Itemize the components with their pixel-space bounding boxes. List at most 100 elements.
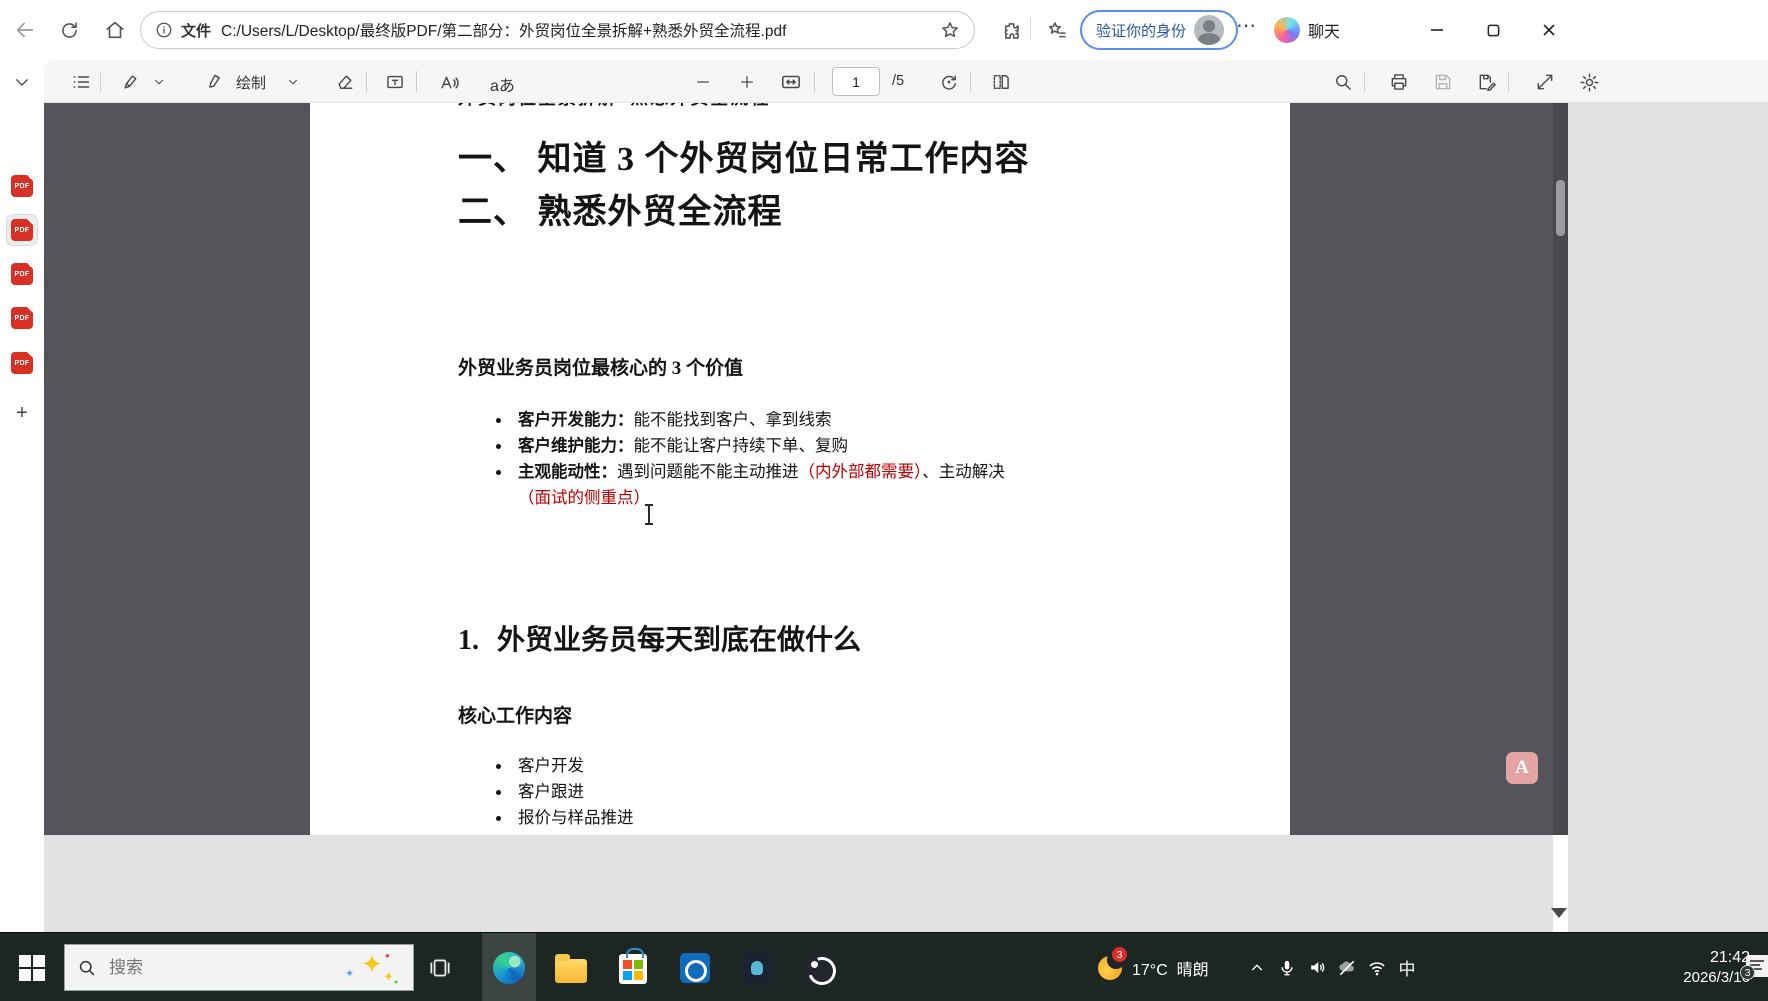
- settings-gear-icon[interactable]: [1576, 69, 1602, 95]
- start-button[interactable]: [8, 933, 56, 1001]
- minimize-icon[interactable]: [1422, 18, 1452, 42]
- tab-actions-chevron-icon[interactable]: [9, 69, 35, 95]
- taskbar-app-button[interactable]: [730, 933, 784, 1001]
- pdf-toolbar: 绘制 aあ /5: [44, 60, 1768, 103]
- verify-identity-label: 验证你的身份: [1096, 20, 1186, 41]
- list-item: 客户维护能力：能不能让客户持续下单、复购: [490, 433, 1230, 459]
- notification-center-icon[interactable]: 3: [1746, 955, 1768, 977]
- screen: 文件 C:/Users/L/Desktop/最终版PDF/第二部分：外贸岗位全景…: [0, 0, 1768, 1001]
- read-aloud-icon[interactable]: [436, 69, 462, 95]
- page-heading: 一、 知道 3 个外贸岗位日常工作内容 二、 熟悉外贸全流程: [458, 133, 1030, 239]
- list-item-continuation: （面试的侧重点）: [490, 485, 1230, 511]
- tray-clock[interactable]: 21:42 2026/3/16: [1638, 933, 1750, 1001]
- pdf-background-right: [1290, 103, 1553, 835]
- highlighter-icon[interactable]: [116, 69, 142, 95]
- extensions-puzzle-icon[interactable]: [998, 17, 1024, 43]
- browser-titlebar: 文件 C:/Users/L/Desktop/最终版PDF/第二部分：外贸岗位全景…: [0, 0, 1768, 60]
- refresh-icon[interactable]: [56, 17, 82, 43]
- maximize-icon[interactable]: [1478, 18, 1508, 42]
- eraser-icon[interactable]: [332, 69, 358, 95]
- back-icon[interactable]: [12, 17, 38, 43]
- page-view-icon[interactable]: [988, 69, 1014, 95]
- scrollbar-thumb[interactable]: [1556, 180, 1565, 236]
- translate-icon[interactable]: aあ: [490, 72, 515, 96]
- taskbar-edge-button[interactable]: [482, 933, 536, 1001]
- copilot-chat-button[interactable]: 聊天: [1264, 12, 1350, 48]
- address-bar[interactable]: 文件 C:/Users/L/Desktop/最终版PDF/第二部分：外贸岗位全景…: [140, 11, 975, 49]
- save-icon[interactable]: [1430, 69, 1456, 95]
- desktop-band-right: [1568, 103, 1768, 932]
- highlighter-chevron-icon[interactable]: [150, 69, 168, 95]
- rotate-icon[interactable]: [936, 69, 962, 95]
- tray-weather-button[interactable]: 3: [1092, 933, 1128, 1001]
- close-icon[interactable]: [1534, 18, 1564, 42]
- microsoft-store-icon: [619, 954, 647, 984]
- zoom-in-icon[interactable]: [734, 69, 760, 95]
- tab-pdf-3[interactable]: PDF: [7, 259, 37, 289]
- scrollbar[interactable]: [1553, 103, 1568, 835]
- copilot-icon: [1274, 17, 1300, 43]
- desktop-strip-bottom: [44, 835, 1553, 932]
- section-subtitle-values: 外贸业务员岗位最核心的 3 个价值: [458, 353, 743, 380]
- fit-width-icon[interactable]: [778, 69, 804, 95]
- speaker-icon[interactable]: [1302, 933, 1332, 1001]
- page-info-icon[interactable]: [155, 21, 173, 39]
- favorite-star-icon[interactable]: [940, 20, 960, 40]
- microphone-icon[interactable]: [1272, 933, 1302, 1001]
- search-input[interactable]: [109, 958, 309, 978]
- taskbar-outlook-button[interactable]: [668, 933, 722, 1001]
- url-scheme-label: 文件: [181, 20, 211, 41]
- verify-identity-button[interactable]: 验证你的身份: [1080, 10, 1238, 50]
- file-explorer-icon: [555, 959, 587, 983]
- wifi-icon[interactable]: [1362, 933, 1392, 1001]
- toolbar-divider: [366, 71, 367, 92]
- print-icon[interactable]: [1386, 69, 1412, 95]
- obs-icon: [803, 952, 835, 984]
- windows-logo-icon: [19, 955, 45, 981]
- list-item: 报价与样品推进: [490, 805, 1230, 831]
- toolbar-divider: [1508, 71, 1509, 92]
- tab-pdf-4[interactable]: PDF: [7, 303, 37, 333]
- search-document-icon[interactable]: [1330, 69, 1356, 95]
- save-as-icon[interactable]: [1474, 69, 1500, 95]
- home-icon[interactable]: [102, 17, 128, 43]
- ime-indicator[interactable]: 中: [1392, 933, 1422, 1001]
- draw-pen-icon[interactable]: [202, 69, 228, 95]
- toc-icon[interactable]: [68, 69, 94, 95]
- add-text-icon[interactable]: [382, 69, 408, 95]
- draw-chevron-icon[interactable]: [284, 69, 302, 95]
- pdf-file-icon: PDF: [11, 219, 33, 241]
- scroll-down-arrow-icon[interactable]: [1551, 908, 1567, 918]
- page-total-label: /5: [892, 73, 904, 89]
- chrome-divider: [1030, 18, 1031, 40]
- pdf-background-left: [44, 103, 310, 835]
- tab-pdf-2-active[interactable]: PDF: [7, 215, 37, 245]
- favorites-bar-icon[interactable]: [1044, 17, 1070, 43]
- page-number-input[interactable]: [832, 67, 880, 96]
- tray-chevron-up-icon[interactable]: [1242, 933, 1272, 1001]
- task-view-button[interactable]: [418, 933, 462, 1001]
- url-path[interactable]: C:/Users/L/Desktop/最终版PDF/第二部分：外贸岗位全景拆解+…: [221, 19, 940, 41]
- core-work-bullet-list: 客户开发 客户跟进 报价与样品推进: [490, 753, 1230, 831]
- settings-more-icon[interactable]: ⋯: [1236, 13, 1257, 38]
- list-item: 客户开发: [490, 753, 1230, 779]
- acrobat-floating-button[interactable]: A: [1506, 752, 1538, 784]
- weather-text[interactable]: 17°C 晴朗: [1132, 933, 1209, 1001]
- tab-pdf-1[interactable]: PDF: [7, 171, 37, 201]
- text-cursor: [648, 505, 650, 524]
- tab-pdf-5[interactable]: PDF: [7, 348, 37, 378]
- pdf-page: 外贸岗位全景拆解+熟悉外贸全流程 一、 知道 3 个外贸岗位日常工作内容 二、 …: [310, 103, 1290, 835]
- pdf-file-icon: PDF: [11, 307, 33, 329]
- fullscreen-icon[interactable]: [1532, 69, 1558, 95]
- onedrive-paused-icon[interactable]: [1332, 933, 1362, 1001]
- new-tab-button[interactable]: +: [9, 400, 35, 426]
- profile-avatar[interactable]: [1194, 15, 1224, 45]
- taskbar-obs-button[interactable]: [792, 933, 846, 1001]
- notification-badge: 3: [1740, 965, 1755, 980]
- taskbar-explorer-button[interactable]: [544, 933, 598, 1001]
- toolbar-divider: [416, 71, 417, 92]
- draw-label[interactable]: 绘制: [236, 72, 266, 93]
- taskbar-store-button[interactable]: [606, 933, 660, 1001]
- zoom-out-icon[interactable]: [690, 69, 716, 95]
- taskbar-search-box[interactable]: ✦ ✦ ✦ ● ●: [64, 944, 414, 991]
